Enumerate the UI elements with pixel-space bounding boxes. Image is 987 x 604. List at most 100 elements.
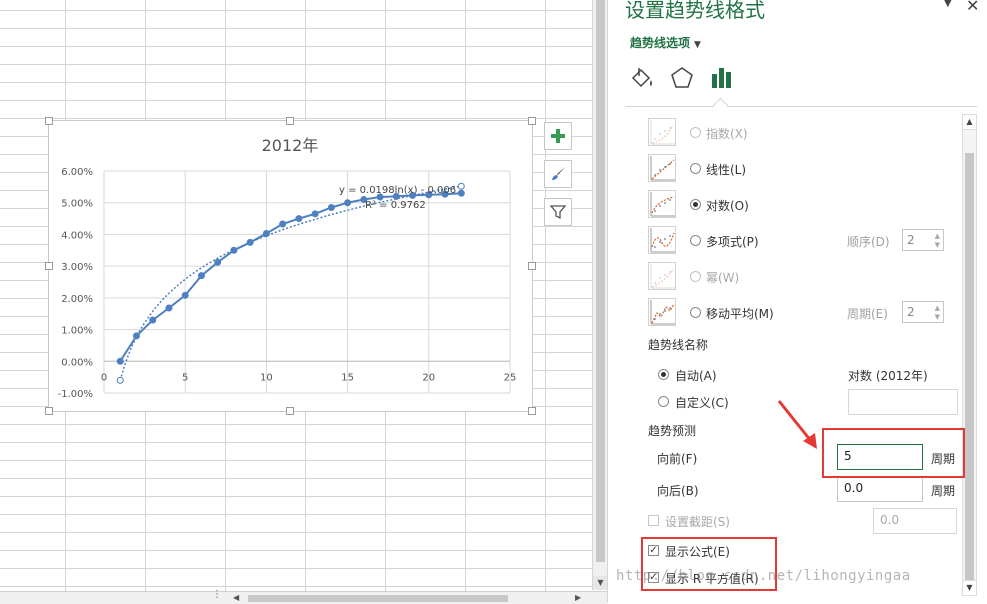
backward-label: 向后(B) xyxy=(657,484,699,498)
chart-resize-handle[interactable] xyxy=(286,407,294,415)
custom-name-label: 自定义(C) xyxy=(675,396,729,410)
data-point xyxy=(246,238,254,246)
effects-tab[interactable] xyxy=(670,66,694,93)
fill-line-tab[interactable] xyxy=(629,66,655,93)
spin-up-icon[interactable]: ▲ xyxy=(935,232,940,240)
chart-area[interactable]: 2012年 6.00% 5.00% 4.00% 3.00% 2.00% 1.00% 0.00%… xyxy=(48,120,533,412)
trend-radio-ma[interactable] xyxy=(690,307,701,318)
pane-menu-chevron-icon[interactable]: ▼ xyxy=(944,0,952,9)
data-point xyxy=(230,246,238,254)
backward-value: 0.0 xyxy=(844,481,864,495)
chart-resize-handle[interactable] xyxy=(528,407,536,415)
sheet-hscroll-thumb[interactable] xyxy=(248,595,508,602)
chart-resize-handle[interactable] xyxy=(45,407,53,415)
data-point xyxy=(327,203,335,211)
format-trendline-pane: 设置趋势线格式 ▼ ✕ 趋势线选项 ▼ ▲ ▼ 顺序(D) 2 ▲ ▼ 周期(E)… xyxy=(607,0,987,603)
y-tick-label: 1.00% xyxy=(61,326,93,337)
trendline-options-tab[interactable] xyxy=(710,66,734,93)
data-point xyxy=(116,357,124,365)
forward-highlight-box xyxy=(822,428,965,478)
trend-label-exp: 指数(X) xyxy=(706,127,748,141)
intercept-label: 设置截距(S) xyxy=(665,515,730,529)
auto-name-radio[interactable] xyxy=(658,369,669,380)
scroll-down-icon[interactable]: ▼ xyxy=(593,576,608,590)
data-point xyxy=(344,199,352,207)
trend-label-pow: 幂(W) xyxy=(706,271,740,285)
spin-up-icon[interactable]: ▲ xyxy=(935,304,940,312)
trend-thumbnail-log[interactable] xyxy=(648,190,676,218)
custom-name-input[interactable] xyxy=(848,389,958,415)
pane-title: 设置趋势线格式 xyxy=(625,0,765,22)
backward-unit: 周期 xyxy=(931,484,956,498)
x-tick-label: 5 xyxy=(182,372,188,383)
chart-styles-button[interactable] xyxy=(544,160,572,188)
trend-radio-poly[interactable] xyxy=(690,235,701,246)
scroll-right-icon[interactable]: ▶ xyxy=(575,593,581,602)
trend-thumbnail-lin[interactable] xyxy=(648,154,676,182)
trend-label-ma: 移动平均(M) xyxy=(706,307,774,321)
spin-down-icon[interactable]: ▼ xyxy=(935,241,940,249)
y-tick-label: 0.00% xyxy=(61,357,93,368)
sheet-scroll-thumb[interactable] xyxy=(596,0,605,562)
order-spinner[interactable]: 2 ▲ ▼ xyxy=(902,229,944,251)
scroll-up-icon[interactable]: ▲ xyxy=(963,115,976,130)
y-tick-label: 5.00% xyxy=(61,199,93,210)
trendline-start-handle xyxy=(116,376,124,384)
chart-filters-button[interactable] xyxy=(544,198,572,226)
sheet-tab-splitter[interactable]: ⋮ xyxy=(212,589,222,600)
auto-name-label: 自动(A) xyxy=(675,369,717,383)
chart-title: 2012年 xyxy=(262,136,319,155)
backward-input[interactable]: 0.0 xyxy=(837,476,923,502)
trend-thumbnail-pow[interactable] xyxy=(648,262,676,290)
forecast-heading: 趋势预测 xyxy=(648,424,697,438)
sheet-vertical-scrollbar[interactable]: ▼ xyxy=(592,0,608,590)
chevron-down-icon: ▼ xyxy=(694,40,701,50)
y-tick-label: -1.00% xyxy=(58,389,93,400)
trend-thumbnail-ma[interactable] xyxy=(648,298,676,326)
trendline-name-heading: 趋势线名称 xyxy=(648,338,709,352)
scroll-left-icon[interactable]: ◀ xyxy=(233,593,245,603)
custom-name-radio[interactable] xyxy=(658,396,669,407)
spin-down-icon[interactable]: ▼ xyxy=(935,313,940,321)
intercept-value: 0.0 xyxy=(880,513,900,527)
trend-radio-exp[interactable] xyxy=(690,127,701,138)
trend-radio-pow[interactable] xyxy=(690,271,701,282)
data-point xyxy=(132,332,140,340)
trend-radio-lin[interactable] xyxy=(690,163,701,174)
trendline-equation: y = 0.0198ln(x) - 0.006 xyxy=(339,185,456,196)
chart-elements-button[interactable] xyxy=(544,122,572,150)
paint-bucket-icon xyxy=(631,68,652,88)
chart-resize-handle[interactable] xyxy=(45,262,53,270)
trendline-options-label: 趋势线选项 xyxy=(630,36,691,50)
data-point xyxy=(457,189,465,197)
trend-thumbnail-exp[interactable] xyxy=(648,118,676,146)
order-label: 顺序(D) xyxy=(847,235,890,249)
pane-scroll-thumb[interactable] xyxy=(965,153,974,581)
chart-resize-handle[interactable] xyxy=(528,262,536,270)
intercept-input[interactable]: 0.0 xyxy=(873,508,957,534)
chart-resize-handle[interactable] xyxy=(528,117,536,125)
data-point xyxy=(149,316,157,324)
scroll-down-icon[interactable]: ▼ xyxy=(963,580,976,595)
trend-label-poly: 多项式(P) xyxy=(706,235,759,249)
watermark: http://blog.csdn.net/lihongyingaa xyxy=(616,568,911,584)
chart-resize-handle[interactable] xyxy=(45,117,53,125)
trendline-r2: R² = 0.9762 xyxy=(365,200,426,211)
pane-vertical-scrollbar[interactable]: ▲ ▼ xyxy=(962,114,977,596)
y-tick-label: 4.00% xyxy=(61,230,93,241)
trend-label-log: 对数(O) xyxy=(706,199,749,213)
trendline-options-dropdown[interactable]: 趋势线选项 ▼ xyxy=(630,34,701,51)
period-label: 周期(E) xyxy=(847,307,888,321)
trend-radio-log[interactable] xyxy=(690,199,701,210)
active-tab-indicator xyxy=(712,97,729,114)
trend-thumbnail-poly[interactable] xyxy=(648,226,676,254)
auto-name-value: 对数 (2012年) xyxy=(848,369,928,383)
chart-resize-handle[interactable] xyxy=(286,117,294,125)
intercept-checkbox[interactable] xyxy=(648,515,659,526)
sheet-horizontal-scrollbar[interactable]: ⋮ ◀ ▶ xyxy=(0,589,607,604)
close-icon[interactable]: ✕ xyxy=(966,0,979,15)
x-tick-label: 0 xyxy=(101,372,107,383)
period-spinner[interactable]: 2 ▲ ▼ xyxy=(902,301,944,323)
red-arrow-icon xyxy=(777,400,817,449)
series-line xyxy=(119,192,462,362)
